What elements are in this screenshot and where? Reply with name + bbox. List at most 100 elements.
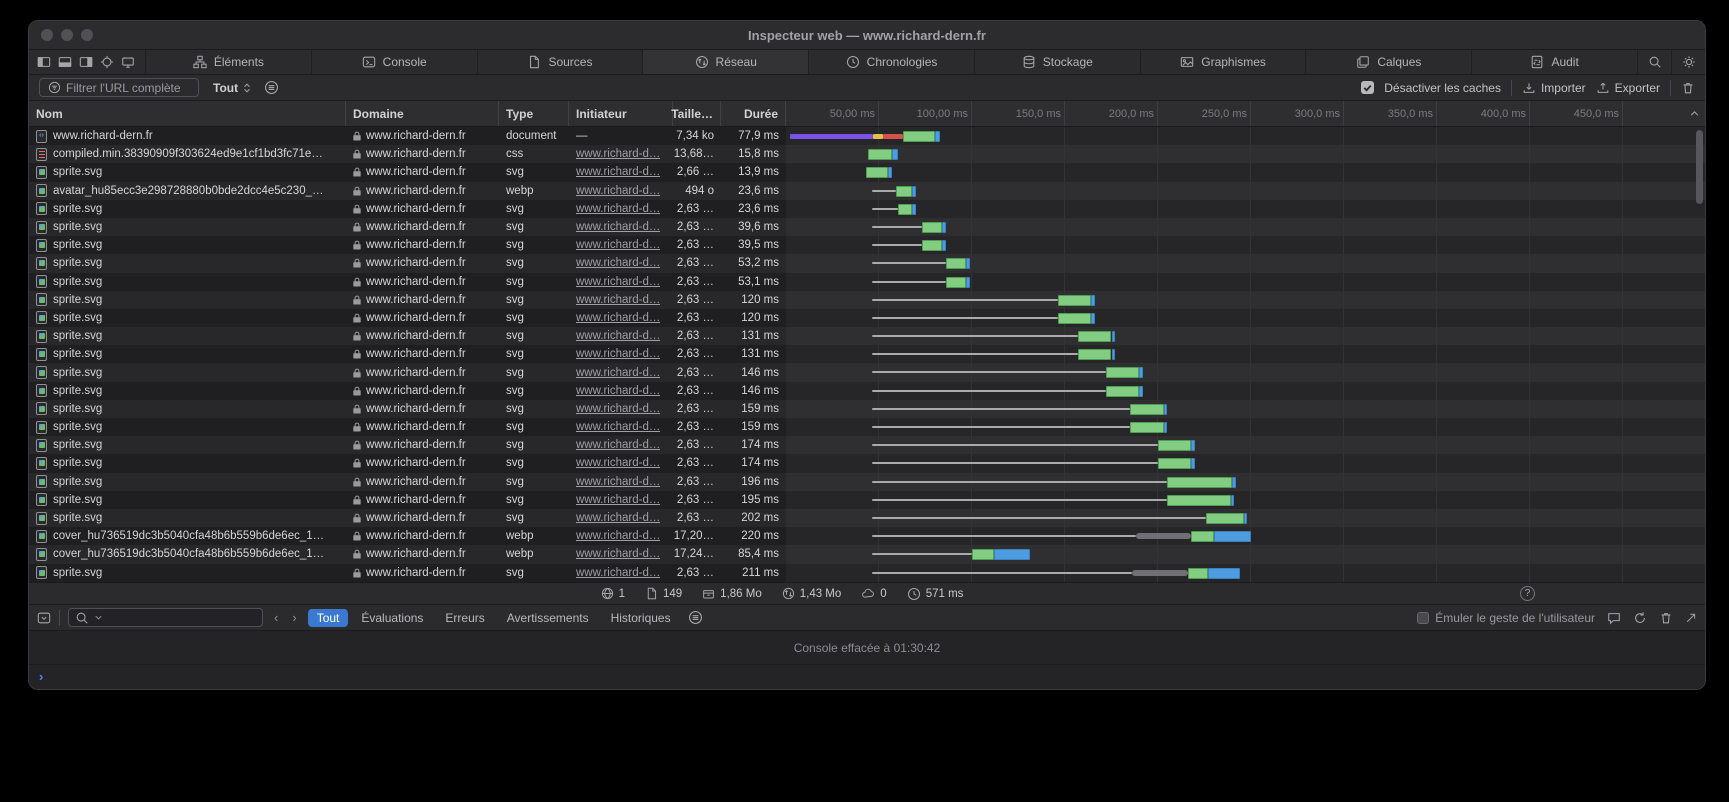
network-request-row[interactable]: sprite.svgwww.richard-dern.frsvgwww.rich… (29, 309, 1705, 327)
tab-chronologies[interactable]: Chronologies (808, 50, 974, 74)
request-initiator[interactable]: www.richard-d… (576, 148, 660, 160)
network-request-row[interactable]: sprite.svgwww.richard-dern.frsvgwww.rich… (29, 454, 1705, 472)
network-request-row[interactable]: sprite.svgwww.richard-dern.frsvgwww.rich… (29, 291, 1705, 309)
status-value: 571 ms (926, 588, 964, 600)
request-initiator[interactable]: www.richard-d… (576, 403, 660, 415)
request-initiator[interactable]: www.richard-d… (576, 567, 660, 579)
help-button[interactable]: ? (1520, 586, 1535, 601)
console-messages-button[interactable] (1607, 611, 1621, 625)
chevron-up-icon[interactable] (1688, 107, 1701, 120)
request-initiator[interactable]: www.richard-d… (576, 548, 660, 560)
request-initiator[interactable]: www.richard-d… (576, 276, 660, 288)
network-request-row[interactable]: sprite.svgwww.richard-dern.frsvgwww.rich… (29, 363, 1705, 381)
console-filter-avertissements[interactable]: Avertissements (498, 609, 598, 627)
network-request-row[interactable]: sprite.svgwww.richard-dern.frsvgwww.rich… (29, 163, 1705, 181)
expand-console-button[interactable] (1685, 612, 1697, 624)
console-filter-tout[interactable]: Tout (308, 609, 349, 627)
request-initiator[interactable]: www.richard-d… (576, 257, 660, 269)
status-item-globe: 1 (601, 587, 625, 601)
request-initiator[interactable]: www.richard-d… (576, 512, 660, 524)
console-search-input[interactable] (68, 608, 263, 627)
network-request-row[interactable]: sprite.svgwww.richard-dern.frsvgwww.rich… (29, 418, 1705, 436)
console-filter-historiques[interactable]: Historiques (602, 609, 680, 627)
column-header-duration[interactable]: Durée (721, 101, 786, 126)
next-result-button[interactable]: › (289, 610, 299, 625)
request-initiator[interactable]: www.richard-d… (576, 185, 660, 197)
request-initiator[interactable]: www.richard-d… (576, 457, 660, 469)
network-request-row[interactable]: sprite.svgwww.richard-dern.frsvgwww.rich… (29, 400, 1705, 418)
network-request-row[interactable]: sprite.svgwww.richard-dern.frsvgwww.rich… (29, 218, 1705, 236)
import-button[interactable]: Importer (1522, 81, 1586, 95)
emulate-gesture-checkbox[interactable] (1417, 612, 1429, 624)
request-initiator[interactable]: www.richard-d… (576, 294, 660, 306)
tab-calques[interactable]: Calques (1305, 50, 1471, 74)
network-request-row[interactable]: sprite.svgwww.richard-dern.frsvgwww.rich… (29, 327, 1705, 345)
vertical-scrollbar[interactable] (1696, 130, 1703, 204)
tab-console[interactable]: Console (311, 50, 477, 74)
tab-éléments[interactable]: Éléments (145, 50, 311, 74)
network-request-row[interactable]: ‹›www.richard-dern.frwww.richard-dern.fr… (29, 127, 1705, 145)
network-request-row[interactable]: sprite.svgwww.richard-dern.frsvgwww.rich… (29, 473, 1705, 491)
panel-right-icon[interactable] (79, 55, 93, 69)
network-request-row[interactable]: sprite.svgwww.richard-dern.frsvgwww.rich… (29, 509, 1705, 527)
column-header-initiator[interactable]: Initiateur (569, 101, 673, 126)
network-request-row[interactable]: compiled.min.38390909f303624ed9e1cf1bd3f… (29, 145, 1705, 163)
previous-result-button[interactable]: ‹ (271, 610, 281, 625)
request-initiator[interactable]: www.richard-d… (576, 203, 660, 215)
request-initiator[interactable]: www.richard-d… (576, 330, 660, 342)
network-request-row[interactable]: sprite.svgwww.richard-dern.frsvgwww.rich… (29, 345, 1705, 363)
request-initiator[interactable]: www.richard-d… (576, 166, 660, 178)
network-request-row[interactable]: sprite.svgwww.richard-dern.frsvgwww.rich… (29, 491, 1705, 509)
console-options-button[interactable] (688, 610, 703, 625)
crosshair-icon[interactable] (100, 55, 114, 69)
disable-caches-checkbox[interactable] (1361, 81, 1374, 94)
network-request-row[interactable]: sprite.svgwww.richard-dern.frsvgwww.rich… (29, 200, 1705, 218)
console-filter-erreurs[interactable]: Erreurs (436, 609, 493, 627)
network-request-row[interactable]: sprite.svgwww.richard-dern.frsvgwww.rich… (29, 436, 1705, 454)
clear-network-button[interactable] (1681, 81, 1695, 95)
network-request-row[interactable]: avatar_hu85ecc3e298728880b0bde2dcc4e5c23… (29, 182, 1705, 200)
column-header-domain[interactable]: Domaine (346, 101, 499, 126)
panel-bottom-icon[interactable] (58, 55, 72, 69)
tab-réseau[interactable]: Réseau (642, 50, 808, 74)
network-request-row[interactable]: sprite.svgwww.richard-dern.frsvgwww.rich… (29, 254, 1705, 272)
request-initiator[interactable]: www.richard-d… (576, 439, 660, 451)
tab-audit[interactable]: Audit (1471, 50, 1637, 74)
request-initiator[interactable]: www.richard-d… (576, 494, 660, 506)
console-filter-évaluations[interactable]: Évaluations (352, 609, 432, 627)
request-initiator[interactable]: www.richard-d… (576, 312, 660, 324)
column-header-size[interactable]: Taille… (673, 101, 721, 126)
clear-console-button[interactable] (1659, 611, 1673, 625)
emulate-gesture-toggle[interactable]: Émuler le geste de l'utilisateur (1417, 611, 1595, 625)
filter-options-button[interactable] (264, 80, 279, 95)
panel-left-icon[interactable] (37, 55, 51, 69)
tab-stockage[interactable]: Stockage (974, 50, 1140, 74)
network-request-row[interactable]: cover_hu736519dc3b5040cfa48b6b559b6de6ec… (29, 527, 1705, 545)
network-request-row[interactable]: sprite.svgwww.richard-dern.frsvgwww.rich… (29, 564, 1705, 582)
column-header-name[interactable]: Nom (29, 101, 346, 126)
monitor-icon[interactable] (121, 55, 135, 69)
reload-button[interactable] (1633, 611, 1647, 625)
network-request-row[interactable]: cover_hu736519dc3b5040cfa48b6b559b6de6ec… (29, 545, 1705, 563)
url-filter-input[interactable]: Filtrer l'URL complète (39, 78, 199, 97)
console-prompt-row[interactable]: › (29, 664, 1705, 689)
column-header-type[interactable]: Type (499, 101, 569, 126)
settings-button[interactable] (1671, 50, 1705, 74)
network-request-row[interactable]: sprite.svgwww.richard-dern.frsvgwww.rich… (29, 382, 1705, 400)
request-initiator[interactable]: www.richard-d… (576, 367, 660, 379)
console-scope-button[interactable] (37, 611, 51, 625)
request-initiator[interactable]: www.richard-d… (576, 476, 660, 488)
resource-scope-select[interactable]: Tout (213, 81, 252, 95)
request-initiator[interactable]: www.richard-d… (576, 221, 660, 233)
request-initiator[interactable]: www.richard-d… (576, 530, 660, 542)
tab-sources[interactable]: Sources (477, 50, 643, 74)
network-request-row[interactable]: sprite.svgwww.richard-dern.frsvgwww.rich… (29, 273, 1705, 291)
export-button[interactable]: Exporter (1596, 81, 1660, 95)
search-button[interactable] (1637, 50, 1671, 74)
request-initiator[interactable]: www.richard-d… (576, 421, 660, 433)
request-initiator[interactable]: www.richard-d… (576, 385, 660, 397)
request-initiator[interactable]: www.richard-d… (576, 239, 660, 251)
request-initiator[interactable]: www.richard-d… (576, 348, 660, 360)
tab-graphismes[interactable]: Graphismes (1140, 50, 1306, 74)
network-request-row[interactable]: sprite.svgwww.richard-dern.frsvgwww.rich… (29, 236, 1705, 254)
